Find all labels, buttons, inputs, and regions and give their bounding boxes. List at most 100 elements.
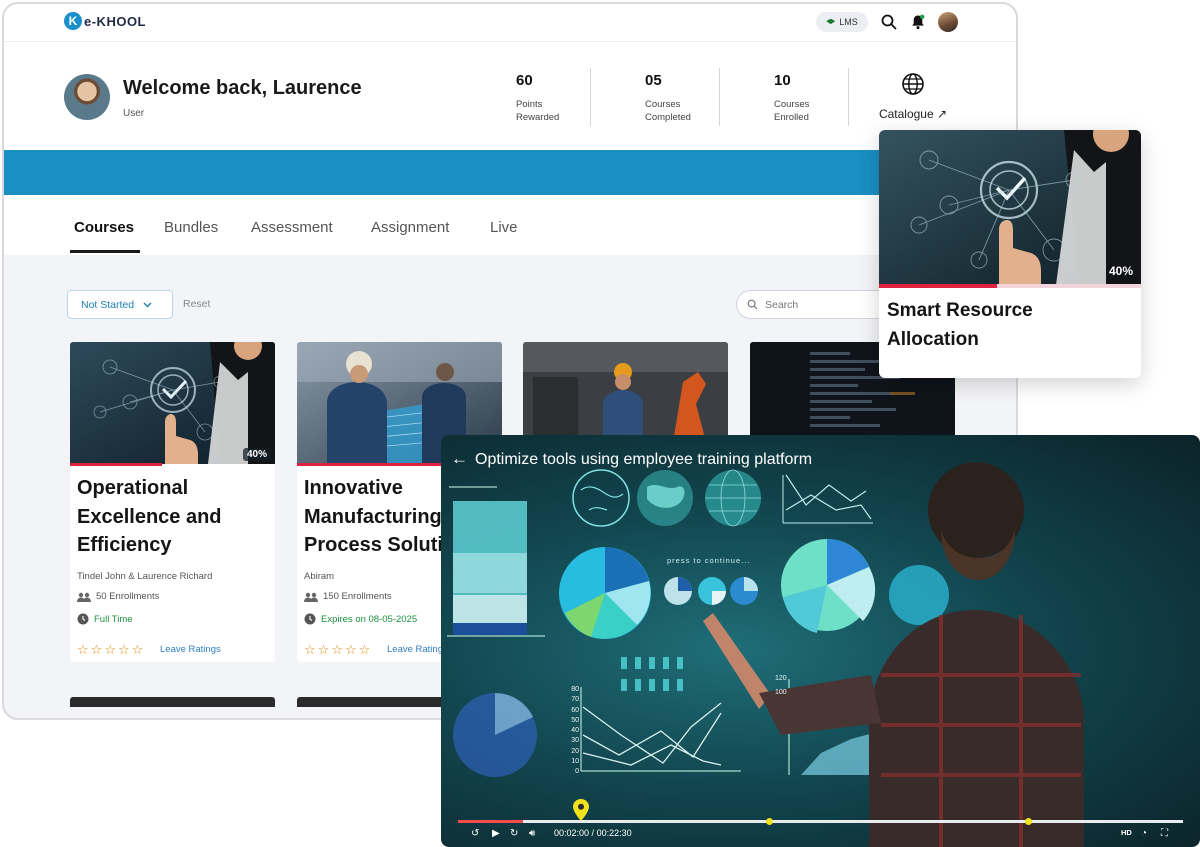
featured-course-card[interactable]: 40% Smart Resource Allocation [879,130,1141,378]
axis-tick: 100 [775,689,787,696]
profile-avatar [64,74,110,120]
star-icon[interactable]: ☆ [132,642,144,658]
profile-header: Welcome back, Laurence User 60 Points Re… [4,42,1016,150]
quality-label[interactable]: HD [1121,828,1132,837]
duration-text: Full Time [94,613,133,625]
featured-progress-label: 40% [1108,264,1133,278]
tab-courses[interactable]: Courses [74,219,134,236]
status-filter-value: Not Started [81,298,135,311]
stat-divider [590,68,591,126]
star-icon[interactable]: ☆ [345,642,357,658]
total-duration: 00:22:30 [596,828,632,838]
course-enrollments: 150 Enrollments [304,591,392,602]
profile-banner [4,150,1016,195]
stat-divider [719,68,720,126]
reset-button[interactable]: Reset [183,298,210,310]
logo-text: e-KHOOL [84,13,146,29]
tab-assessment[interactable]: Assessment [251,219,333,236]
course-enrollments: 50 Enrollments [77,591,159,602]
chevron-down-icon [143,302,152,307]
forward-icon[interactable]: ↻ [510,828,518,839]
rating-stars[interactable]: ☆ ☆ ☆ ☆ ☆ [77,642,143,658]
rewind-icon[interactable]: ↺ [471,828,479,839]
tab-bundles[interactable]: Bundles [164,219,218,236]
playback-time: 00:02:00 / 00:22:30 [554,828,632,838]
play-icon[interactable]: ▶ [492,828,500,839]
lms-switch-button[interactable]: LMS [816,12,868,32]
current-time: 00:02:00 [554,828,590,838]
fullscreen-icon[interactable]: ⛶ [1161,828,1168,839]
star-icon[interactable]: ☆ [118,642,130,658]
star-icon[interactable]: ☆ [359,642,371,658]
course-thumbnail [70,342,275,464]
stat-label: Points Rewarded [516,99,560,123]
stat-completed: 05 Courses Completed [645,72,735,124]
leave-ratings-link[interactable]: Leave Ratings [387,644,448,655]
axis-tick: 120 [775,675,787,682]
course-card-partial [70,697,275,707]
axis-tick: 70 [571,696,579,704]
leave-ratings-link[interactable]: Leave Ratings [160,644,221,655]
active-tab-indicator [70,250,140,253]
video-title: Optimize tools using employee training p… [475,451,813,468]
video-player[interactable]: ← Optimize tools using employee training… [441,435,1200,847]
tab-assignment[interactable]: Assignment [371,219,449,236]
back-arrow-icon[interactable]: ← [451,449,468,469]
volume-icon[interactable]: 🔊︎ [529,828,535,839]
tab-live[interactable]: Live [490,219,518,236]
rating-stars[interactable]: ☆ ☆ ☆ ☆ ☆ [304,642,370,658]
search-icon [747,299,758,310]
axis-tick: 80 [571,686,579,693]
users-icon [77,592,91,602]
search-icon[interactable] [880,13,898,31]
course-instructors: Tindel John & Laurence Richard [77,571,213,582]
welcome-heading: Welcome back, Laurence [123,77,362,99]
notification-bell-icon[interactable] [909,13,927,31]
star-icon[interactable]: ☆ [318,642,330,658]
search-placeholder: Search [765,298,799,311]
status-filter-dropdown[interactable]: Not Started [67,290,173,319]
graduation-cap-icon [826,18,836,25]
clock-icon [77,613,89,625]
globe-icon [902,73,924,95]
stat-value: 60 [516,72,533,89]
course-instructors: Abiram [304,571,335,582]
axis-tick: 0 [575,768,579,776]
speed-gauge-icon[interactable]: ◔ [1141,828,1147,839]
star-icon[interactable]: ☆ [104,642,116,658]
chapter-marker-pin-icon[interactable] [573,799,589,823]
course-card[interactable]: 40% Operational Excellence and Efficienc… [70,342,275,662]
course-duration: Full Time [77,613,133,625]
star-icon[interactable]: ☆ [304,642,316,658]
axis-tick: 30 [571,737,579,745]
stage: K e-KHOOL LMS Welcome back, Laurence Use… [0,0,1200,847]
course-progress-bar [70,463,163,466]
course-thumbnail [523,342,728,442]
seek-bar-track[interactable] [458,820,1183,823]
stat-label: Courses Completed [645,99,691,123]
course-title[interactable]: Operational Excellence and Efficiency [77,474,267,560]
axis-tick: 20 [571,747,579,755]
chapter-marker[interactable] [1025,818,1032,825]
stat-value: 05 [645,72,662,89]
star-icon[interactable]: ☆ [77,642,89,658]
stat-divider [848,68,849,126]
users-icon [304,592,318,602]
stat-points: 60 Points Rewarded [516,72,606,124]
featured-course-title[interactable]: Smart Resource Allocation [887,296,1127,354]
catalogue-link[interactable]: Catalogue ↗ [873,72,953,121]
top-bar: K e-KHOOL LMS [4,4,1016,42]
course-progress-bar [297,463,441,466]
stat-enrolled: 10 Courses Enrolled [774,72,864,124]
user-avatar[interactable] [938,12,958,32]
star-icon[interactable]: ☆ [91,642,103,658]
clock-icon [304,613,316,625]
axis-tick: 50 [571,716,579,724]
enrollments-text: 150 Enrollments [323,591,392,602]
chapter-marker[interactable] [766,818,773,825]
course-card[interactable] [523,342,728,442]
star-icon[interactable]: ☆ [331,642,343,658]
course-expiry: Expires on 08-05-2025 [304,613,417,625]
ekhool-logo[interactable]: K e-KHOOL [64,12,146,30]
duration-text: Expires on 08-05-2025 [321,613,418,625]
